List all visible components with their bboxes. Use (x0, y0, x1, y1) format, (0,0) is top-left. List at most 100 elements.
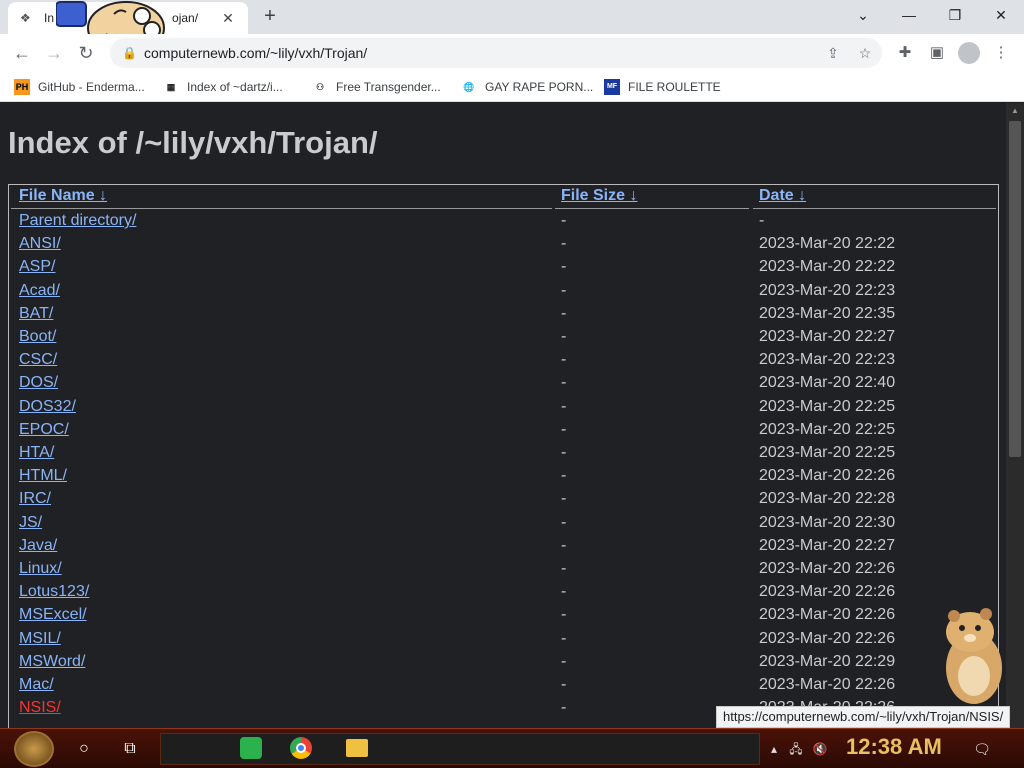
page-content: Index of /~lily/vxh/Trojan/ File Name ↓ … (0, 103, 1006, 728)
close-window-button[interactable]: ✕ (987, 4, 1015, 26)
file-size: - (561, 513, 567, 531)
file-date: 2023-Mar-20 22:22 (759, 235, 896, 253)
file-size: - (561, 304, 567, 322)
file-link[interactable]: MSExcel/ (19, 606, 87, 624)
side-panel-icon[interactable]: ▣ (926, 42, 948, 64)
table-row: HTML/ - 2023-Mar-20 22:26 (9, 467, 998, 490)
bookmark-item[interactable]: 🌐 GAY RAPE PORN... (461, 78, 593, 96)
file-link[interactable]: Linux/ (19, 560, 62, 578)
file-date: 2023-Mar-20 22:35 (759, 304, 896, 322)
file-link[interactable]: Boot/ (19, 328, 56, 346)
page-title: Index of /~lily/vxh/Trojan/ (8, 125, 378, 160)
file-link[interactable]: NSIS/ (19, 699, 61, 717)
search-icon[interactable]: ○ (72, 737, 96, 761)
file-link[interactable]: ASP/ (19, 258, 55, 276)
table-row: CSC/ - 2023-Mar-20 22:23 (9, 351, 998, 374)
table-row: Boot/ - 2023-Mar-20 22:27 (9, 328, 998, 351)
file-link[interactable]: Mac/ (19, 676, 54, 694)
address-text[interactable]: computernewb.com/~lily/vxh/Trojan/ (144, 45, 367, 61)
task-view-icon[interactable]: ⧉ (118, 737, 142, 761)
bookmark-item[interactable]: ⚇ Free Transgender... (312, 78, 441, 96)
scroll-up-icon[interactable]: ▲ (1006, 103, 1024, 119)
tab-close-icon[interactable]: ✕ (218, 8, 238, 28)
notification-icon[interactable]: 🗨 (972, 739, 992, 759)
table-row: Lotus123/ - 2023-Mar-20 22:26 (9, 583, 998, 606)
extensions-icon[interactable]: ✚ (894, 42, 916, 64)
network-icon[interactable]: 🖧 (788, 741, 804, 757)
table-row: Java/ - 2023-Mar-20 22:27 (9, 537, 998, 560)
new-tab-button[interactable]: + (258, 4, 282, 28)
file-link[interactable]: HTML/ (19, 467, 67, 485)
table-row: Acad/ - 2023-Mar-20 22:23 (9, 282, 998, 305)
tab-favicon-icon: ❖ (20, 11, 31, 25)
file-date: 2023-Mar-20 22:22 (759, 258, 896, 276)
file-link[interactable]: Lotus123/ (19, 583, 89, 601)
chrome-app-icon[interactable] (290, 737, 312, 759)
file-size: - (561, 652, 567, 670)
file-link[interactable]: CSC/ (19, 351, 57, 369)
file-date: 2023-Mar-20 22:26 (759, 467, 896, 485)
file-link[interactable]: BAT/ (19, 305, 53, 323)
header-divider (11, 208, 552, 209)
file-date: 2023-Mar-20 22:26 (759, 606, 896, 624)
file-roulette-favicon-icon: MF (604, 79, 620, 95)
reload-icon[interactable]: ↻ (74, 41, 98, 65)
file-link[interactable]: Java/ (19, 537, 57, 555)
file-link[interactable]: EPOC/ (19, 421, 69, 439)
header-file-size[interactable]: File Size ↓ (561, 187, 637, 209)
taskbar: ○ ⧉ ▴ 🖧 🔇 12:38 AM 🗨 (0, 728, 1024, 768)
minimize-button[interactable]: — (895, 4, 923, 26)
file-link[interactable]: MSWord/ (19, 653, 85, 671)
file-link[interactable]: DOS32/ (19, 398, 76, 416)
file-date: 2023-Mar-20 22:29 (759, 652, 896, 670)
file-link[interactable]: HTA/ (19, 444, 54, 462)
forward-icon[interactable]: → (42, 41, 66, 65)
file-size: - (561, 583, 567, 601)
header-date[interactable]: Date ↓ (759, 187, 806, 209)
volume-muted-icon[interactable]: 🔇 (812, 741, 828, 757)
notes-app-icon[interactable] (240, 737, 262, 759)
bookmark-item[interactable]: PH GitHub - Enderma... (14, 78, 145, 96)
file-date: 2023-Mar-20 22:27 (759, 536, 896, 554)
restore-button[interactable]: ❐ (941, 4, 969, 26)
file-link[interactable]: Parent directory/ (19, 212, 136, 230)
link-status-bubble: https://computernewb.com/~lily/vxh/Troja… (716, 706, 1011, 728)
tray-overflow-icon[interactable]: ▴ (766, 741, 782, 757)
file-size: - (561, 328, 567, 345)
file-date: 2023-Mar-20 22:30 (759, 513, 896, 531)
site-info-icon[interactable]: 🔒 (122, 46, 137, 60)
file-date: 2023-Mar-20 22:40 (759, 374, 896, 392)
profile-avatar[interactable] (958, 42, 980, 64)
start-button[interactable] (14, 731, 54, 767)
file-date: 2023-Mar-20 22:26 (759, 560, 896, 577)
browser-toolbar: ← → ↻ 🔒 computernewb.com/~lily/vxh/Troja… (0, 34, 1024, 72)
table-row: DOS/ - 2023-Mar-20 22:40 (9, 374, 998, 397)
share-icon[interactable]: ⇪ (822, 42, 844, 64)
back-icon[interactable]: ← (10, 41, 34, 65)
file-date: - (759, 212, 765, 229)
taskbar-clock[interactable]: 12:38 AM (846, 734, 942, 760)
header-file-name[interactable]: File Name ↓ (19, 187, 107, 209)
address-bar[interactable]: 🔒 computernewb.com/~lily/vxh/Trojan/ ⇪ ☆ (110, 38, 882, 68)
file-link[interactable]: Acad/ (19, 282, 60, 300)
file-link[interactable]: ANSI/ (19, 235, 61, 253)
menu-icon[interactable]: ⋮ (990, 42, 1012, 64)
file-link[interactable]: DOS/ (19, 374, 58, 392)
bookmark-star-icon[interactable]: ☆ (854, 42, 876, 64)
file-size: - (561, 444, 567, 461)
file-link[interactable]: IRC/ (19, 490, 51, 508)
file-size: - (561, 676, 567, 693)
bookmark-item[interactable]: MF FILE ROULETTE (604, 78, 721, 96)
bookmark-item[interactable]: ▦ Index of ~dartz/i... (163, 78, 283, 96)
file-size: - (561, 212, 567, 229)
file-size: - (561, 606, 567, 624)
file-explorer-icon[interactable] (346, 739, 368, 757)
file-link[interactable]: JS/ (19, 514, 42, 532)
table-row: MSExcel/ - 2023-Mar-20 22:26 (9, 606, 998, 629)
tab-search-icon[interactable]: ⌄ (849, 4, 877, 26)
file-date: 2023-Mar-20 22:23 (759, 281, 896, 299)
file-link[interactable]: MSIL/ (19, 630, 61, 648)
hamster-overlay (946, 608, 1002, 704)
scrollbar-thumb[interactable] (1009, 121, 1021, 457)
file-size: - (561, 467, 567, 485)
